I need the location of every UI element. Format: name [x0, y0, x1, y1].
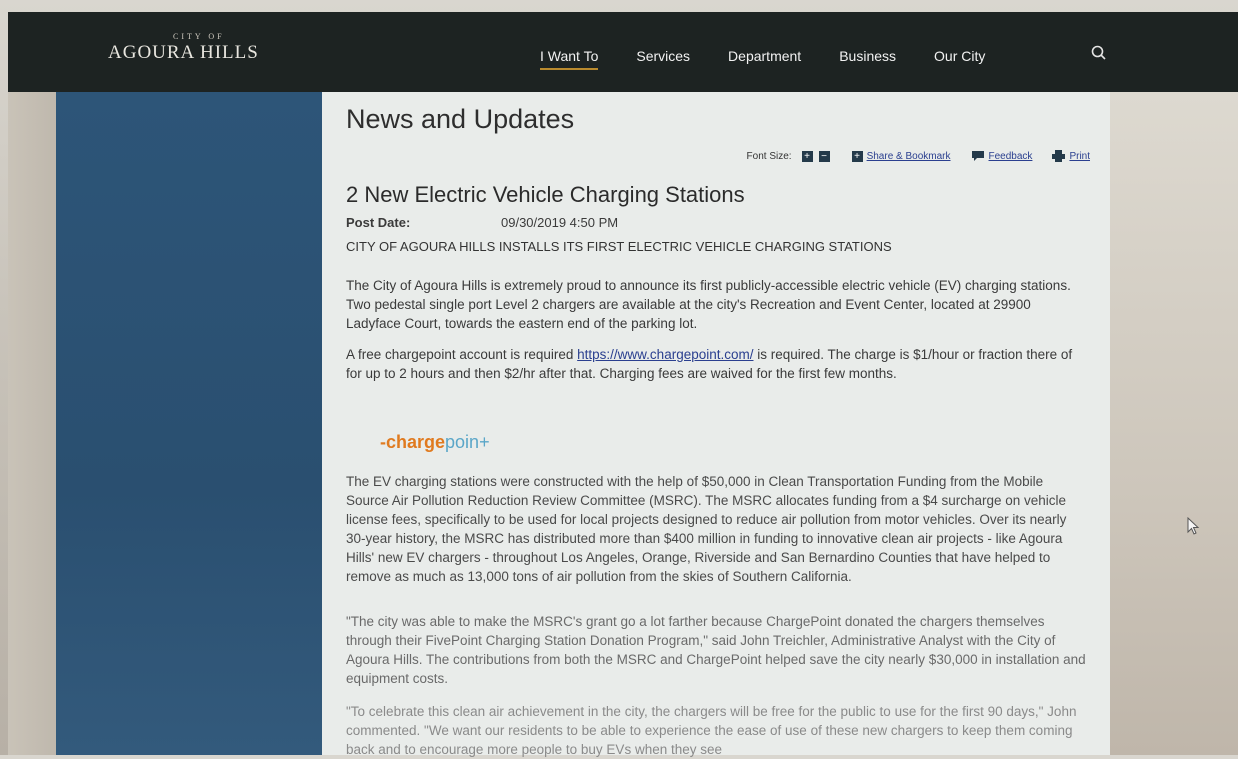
paragraph-1: The City of Agoura Hills is extremely pr… [346, 278, 1071, 331]
paragraph-2-start: A free chargepoint account is required [346, 347, 578, 362]
print-icon [1052, 150, 1066, 162]
article-title: 2 New Electric Vehicle Charging Stations [346, 182, 745, 207]
print-link[interactable]: Print [1069, 151, 1090, 162]
post-date-label: Post Date: [346, 215, 411, 230]
background-right [1110, 92, 1238, 755]
logo-main-text: Agoura Hills [108, 42, 259, 63]
article-toolbar: Font Size: + − + Share & Bookmark Feedba… [747, 150, 1090, 162]
font-increase-button[interactable]: + [801, 150, 813, 162]
share-bookmark-link[interactable]: Share & Bookmark [867, 151, 951, 162]
post-date-value: 09/30/2019 4:50 PM [501, 215, 619, 230]
paragraph-5: "To celebrate this clean air achievement… [346, 704, 1077, 757]
feedback-link[interactable]: Feedback [989, 151, 1033, 162]
post-date-row: Post Date: 09/30/2019 4:50 PM [346, 215, 618, 230]
sidebar-panel [56, 92, 322, 755]
nav-services[interactable]: Services [636, 48, 690, 64]
page-title: News and Updates [346, 104, 575, 134]
main-content: News and Updates Font Size: + − + Share … [322, 92, 1110, 757]
city-logo[interactable]: CITY OF Agoura Hills [108, 32, 259, 64]
nav-business[interactable]: Business [839, 48, 896, 64]
share-icon: + [851, 150, 863, 162]
search-icon[interactable] [1090, 44, 1108, 62]
mouse-cursor-icon [1187, 517, 1200, 535]
article-headline: CITY OF AGOURA HILLS INSTALLS ITS FIRST … [346, 239, 892, 254]
paragraph-4: "The city was able to make the MSRC's gr… [346, 614, 1086, 686]
nav-i-want-to[interactable]: I Want To [540, 48, 599, 70]
paragraph-3: The EV charging stations were constructe… [346, 474, 1067, 584]
nav-our-city[interactable]: Our City [934, 48, 985, 64]
paragraph-2: A free chargepoint account is required h… [346, 345, 1086, 383]
nav-department[interactable]: Department [728, 48, 801, 64]
feedback-icon [971, 151, 984, 161]
chargepoint-link[interactable]: https://www.chargepoint.com/ [577, 347, 753, 362]
background-left [8, 92, 56, 755]
logo-small-text: CITY OF [173, 32, 225, 41]
chargepoint-logo: -chargepoin+ [380, 432, 490, 453]
font-size-label: Font Size: [746, 150, 792, 162]
screen: CITY OF Agoura Hills I Want To Services … [0, 0, 1238, 757]
chargepoint-logo-text-2: poin+ [445, 432, 490, 452]
main-nav: I Want To Services Department Business O… [540, 48, 1023, 70]
chargepoint-logo-text-1: -charge [380, 432, 446, 452]
font-decrease-button[interactable]: − [818, 150, 830, 162]
